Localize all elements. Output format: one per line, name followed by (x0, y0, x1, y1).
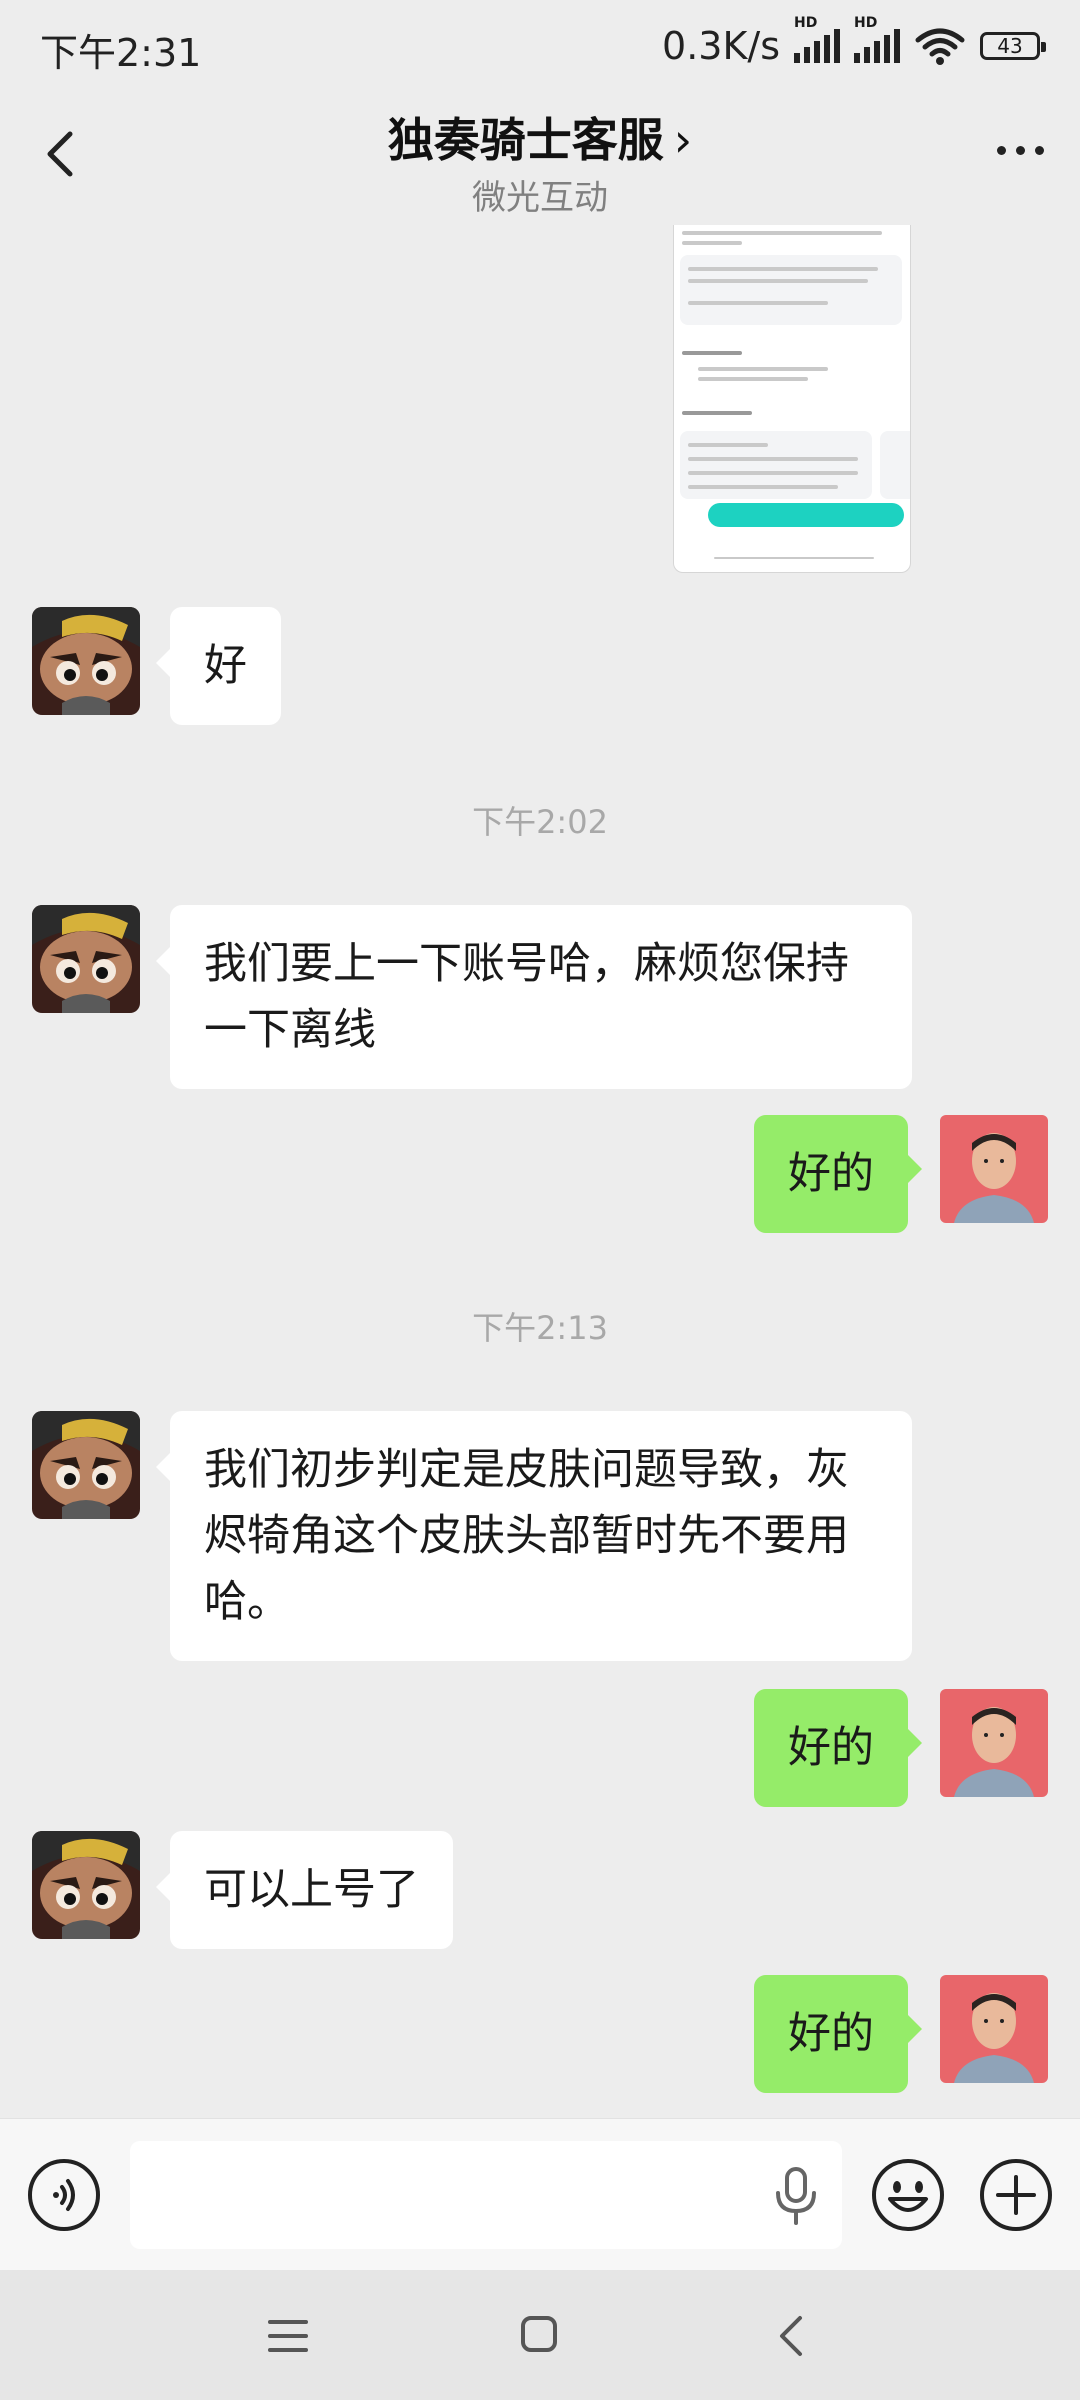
signal-sim1-icon: HD (794, 15, 840, 63)
hd-label: HD (794, 15, 818, 31)
more-button[interactable] (997, 146, 1044, 155)
chat-subtitle: 微光互动 (472, 178, 608, 218)
avatar[interactable] (32, 1831, 140, 1939)
avatar[interactable] (940, 1975, 1048, 2083)
signal-sim2-icon: HD (854, 15, 900, 63)
timestamp-separator: 下午2:13 (472, 1309, 608, 1347)
plus-icon[interactable] (978, 2157, 1054, 2233)
menu-icon[interactable] (268, 2318, 308, 2354)
outgoing-message-bubble[interactable]: 好的 (754, 1115, 922, 1233)
battery-icon: 43 (980, 32, 1046, 60)
microphone-icon[interactable] (772, 2167, 820, 2225)
status-indicators: 0.3K/s HD HD 43 (662, 15, 1046, 70)
shared-screenshot-image[interactable] (673, 225, 911, 573)
avatar[interactable] (940, 1689, 1048, 1797)
incoming-message-bubble[interactable]: 可以上号了 (156, 1831, 453, 1949)
message-input[interactable] (130, 2141, 842, 2249)
timestamp-separator: 下午2:02 (472, 803, 608, 841)
network-speed: 0.3K/s (662, 24, 780, 68)
system-nav-bar (0, 2270, 1080, 2400)
hd-label: HD (854, 15, 878, 31)
wifi-icon (915, 28, 965, 65)
status-bar: 下午2:31 0.3K/s HD HD 43 (0, 0, 1080, 90)
avatar[interactable] (32, 905, 140, 1013)
incoming-message-bubble[interactable]: 我们要上一下账号哈，麻烦您保持一下离线 (156, 905, 912, 1089)
outgoing-message-bubble[interactable]: 好的 (754, 1689, 922, 1807)
avatar[interactable] (32, 1411, 140, 1519)
back-triangle-icon[interactable] (776, 2314, 804, 2358)
status-time: 下午2:31 (40, 31, 202, 75)
input-bar (0, 2118, 1080, 2271)
chat-header: 独奏骑士客服 › 微光互动 (0, 90, 1080, 225)
voice-mode-icon[interactable] (28, 2159, 100, 2231)
chevron-right-icon: › (673, 113, 693, 167)
avatar[interactable] (32, 607, 140, 715)
more-dots-icon (997, 146, 1006, 155)
incoming-message-bubble[interactable]: 我们初步判定是皮肤问题导致，灰烬犄角这个皮肤头部暂时先不要用哈。 (156, 1411, 912, 1661)
chat-title-text: 独奏骑士客服 (387, 113, 664, 167)
chat-title[interactable]: 独奏骑士客服 › (0, 104, 1080, 170)
outgoing-message-bubble[interactable]: 好的 (754, 1975, 922, 2093)
emoji-icon[interactable] (870, 2157, 946, 2233)
avatar[interactable] (940, 1115, 1048, 1223)
home-square-icon[interactable] (520, 2315, 558, 2353)
incoming-message-bubble[interactable]: 好 (156, 607, 281, 725)
